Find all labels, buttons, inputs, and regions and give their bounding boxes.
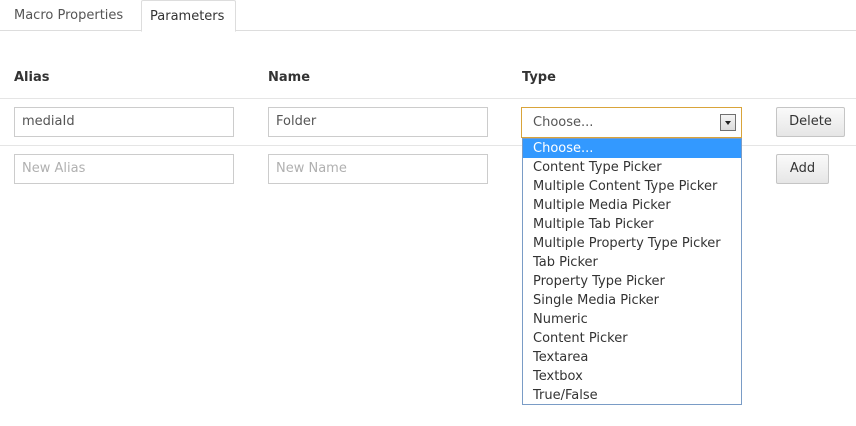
chevron-down-icon[interactable]: [720, 114, 736, 131]
dropdown-option[interactable]: Multiple Content Type Picker: [523, 177, 741, 196]
tab-macro-properties[interactable]: Macro Properties: [6, 0, 138, 31]
type-select-value: Choose...: [533, 115, 594, 130]
delete-button[interactable]: Delete: [776, 107, 845, 137]
type-select[interactable]: Choose...: [521, 107, 742, 138]
dropdown-option[interactable]: Textbox: [523, 367, 741, 386]
column-header-type: Type: [522, 70, 556, 85]
new-alias-field[interactable]: New Alias: [14, 154, 234, 184]
header-divider: [0, 98, 856, 99]
column-header-name: Name: [268, 70, 311, 85]
dropdown-option[interactable]: Multiple Property Type Picker: [523, 234, 741, 253]
column-header-alias: Alias: [14, 70, 50, 85]
new-name-field[interactable]: New Name: [268, 154, 488, 184]
dropdown-option[interactable]: Content Picker: [523, 329, 741, 348]
dropdown-option[interactable]: Numeric: [523, 310, 741, 329]
dropdown-option[interactable]: Tab Picker: [523, 253, 741, 272]
alias-field[interactable]: mediaId: [14, 107, 234, 137]
add-button[interactable]: Add: [776, 154, 829, 184]
dropdown-option[interactable]: Multiple Tab Picker: [523, 215, 741, 234]
dropdown-option[interactable]: True/False: [523, 386, 741, 404]
dropdown-option[interactable]: Textarea: [523, 348, 741, 367]
tab-bar: Macro Properties Parameters: [0, 0, 856, 32]
dropdown-option[interactable]: Property Type Picker: [523, 272, 741, 291]
dropdown-option[interactable]: Single Media Picker: [523, 291, 741, 310]
dropdown-option[interactable]: Choose...: [523, 139, 741, 158]
dropdown-option[interactable]: Content Type Picker: [523, 158, 741, 177]
dropdown-option[interactable]: Multiple Media Picker: [523, 196, 741, 215]
type-dropdown-list[interactable]: Choose... Content Type Picker Multiple Con…: [522, 138, 742, 405]
tab-parameters[interactable]: Parameters: [141, 0, 236, 32]
name-field[interactable]: Folder: [268, 107, 488, 137]
